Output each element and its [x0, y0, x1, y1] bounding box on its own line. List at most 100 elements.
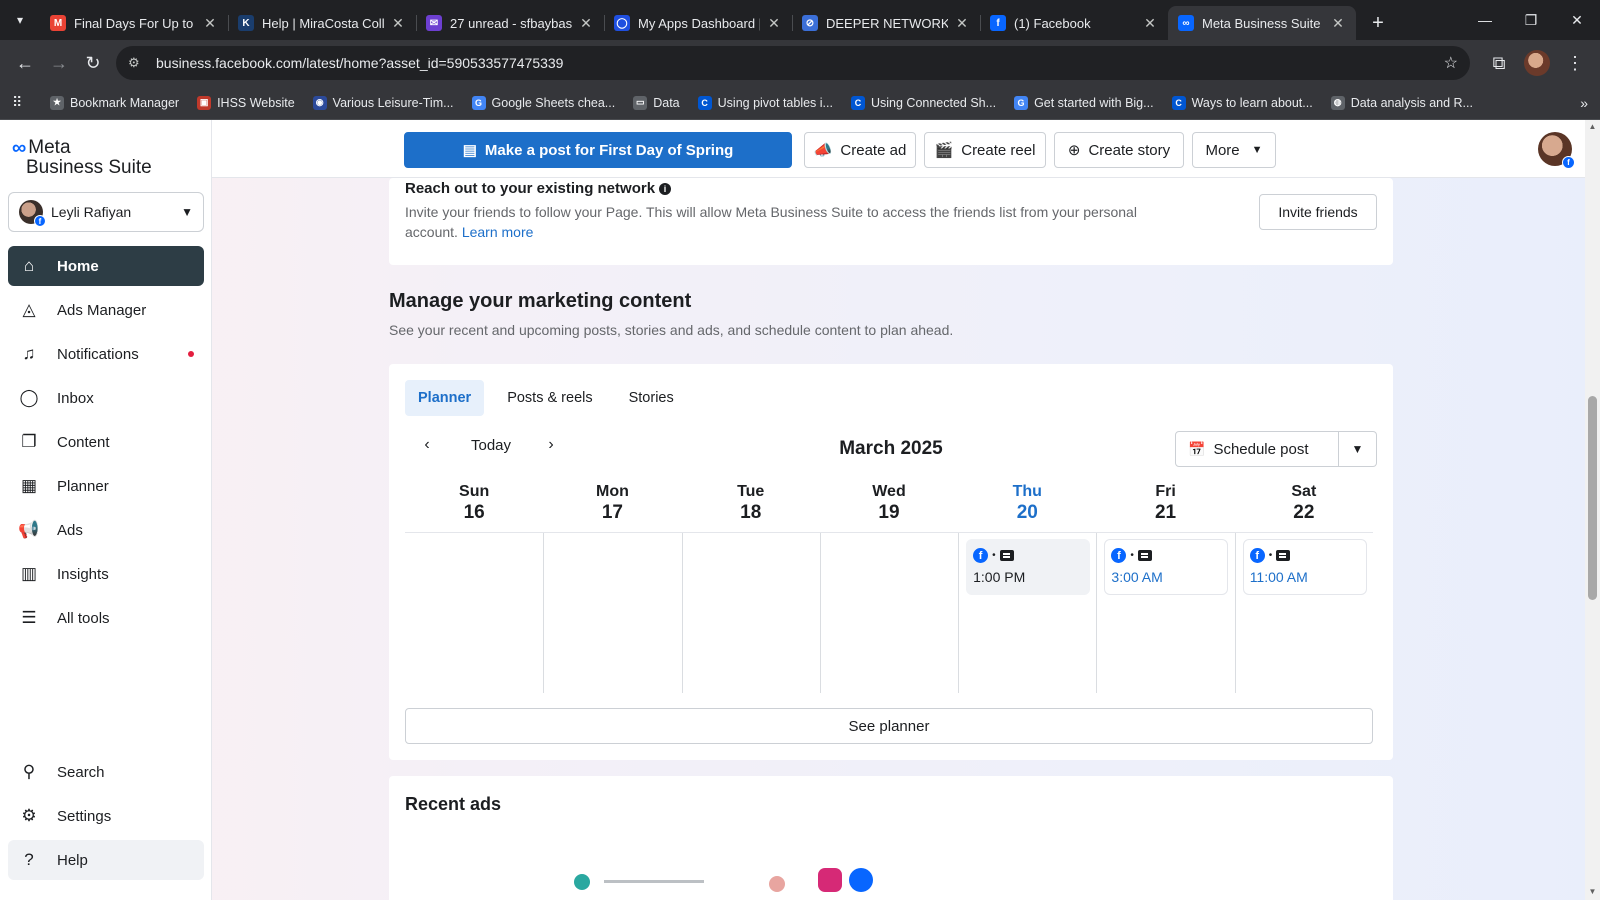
extensions-icon[interactable]: ⧉: [1482, 46, 1516, 80]
address-bar-row: ← → ↻ ⚙ business.facebook.com/latest/hom…: [0, 40, 1600, 86]
profile-avatar[interactable]: f: [1538, 132, 1575, 169]
close-tab-icon[interactable]: ✕: [954, 15, 970, 32]
schedule-post-button[interactable]: 📅 Schedule post: [1175, 431, 1339, 467]
bookmark-item[interactable]: ▣ IHSS Website: [197, 95, 295, 110]
day-column[interactable]: f • 3:00 AM: [1096, 533, 1234, 693]
megaphone-icon: 📣: [813, 142, 833, 159]
tab-planner[interactable]: Planner: [405, 380, 485, 416]
bookmark-label: Bookmark Manager: [70, 95, 180, 110]
bookmark-item[interactable]: C Using Connected Sh...: [850, 95, 997, 110]
day-header: Wed 19: [820, 482, 958, 524]
scheduled-post-card[interactable]: f • 3:00 AM: [1104, 539, 1229, 595]
sidebar-item-home[interactable]: ⌂ Home: [8, 246, 204, 286]
new-tab-button[interactable]: +: [1360, 6, 1396, 40]
meta-business-suite-logo[interactable]: ∞ Meta Business Suite: [12, 138, 152, 178]
browser-tab[interactable]: ⊘ DEEPER NETWORK ✕: [792, 6, 980, 40]
browser-menu-icon[interactable]: ⋮: [1558, 46, 1592, 80]
sidebar-item-planner[interactable]: ▦ Planner: [8, 466, 204, 506]
chevron-right-icon[interactable]: ›: [539, 436, 563, 454]
bookmark-star-icon[interactable]: ☆: [1444, 53, 1458, 73]
more-bookmarks-icon[interactable]: »: [1580, 95, 1588, 111]
restore-icon[interactable]: ❐: [1508, 0, 1554, 40]
day-column[interactable]: [681, 533, 820, 693]
url-input[interactable]: ⚙ business.facebook.com/latest/home?asse…: [116, 46, 1470, 80]
create-reel-button[interactable]: 🎬 Create reel: [924, 132, 1046, 168]
more-button[interactable]: More ▼: [1192, 132, 1276, 168]
make-post-button[interactable]: ▤ Make a post for First Day of Spring: [404, 132, 792, 168]
see-planner-button[interactable]: See planner: [405, 708, 1373, 744]
minimize-icon[interactable]: —: [1462, 0, 1508, 40]
day-column[interactable]: [819, 533, 958, 693]
bookmark-item[interactable]: C Using pivot tables i...: [697, 95, 833, 110]
schedule-dropdown-button[interactable]: ▼: [1339, 431, 1377, 467]
scrollbar[interactable]: ▲ ▼: [1585, 120, 1600, 900]
chevron-left-icon[interactable]: ‹: [415, 436, 439, 454]
sidebar-item-inbox[interactable]: ◯ Inbox: [8, 378, 204, 418]
close-tab-icon[interactable]: ✕: [578, 15, 594, 32]
menu-icon: ☰: [21, 608, 37, 627]
bookmark-item[interactable]: G Google Sheets chea...: [471, 95, 615, 110]
browser-profile-avatar[interactable]: [1524, 50, 1550, 76]
browser-tab[interactable]: ◯ My Apps Dashboard | I ✕: [604, 6, 792, 40]
browser-tab[interactable]: M Final Days For Up to 20 ✕: [40, 6, 228, 40]
bookmark-item[interactable]: ◉ Various Leisure-Tim...: [312, 95, 454, 110]
forward-arrow-icon[interactable]: →: [42, 46, 76, 80]
create-ad-button[interactable]: 📣 Create ad: [804, 132, 916, 168]
close-tab-icon[interactable]: ✕: [766, 15, 782, 32]
week-grid: f • 1:00 PM f • 3:00 AM f • 11:00 AM: [405, 532, 1373, 693]
bookmark-item[interactable]: ▭ Data: [633, 95, 680, 110]
sidebar-item-settings[interactable]: ⚙ Settings: [8, 796, 204, 836]
scheduled-post-card[interactable]: f • 11:00 AM: [1242, 539, 1367, 595]
tab-search-menu-icon[interactable]: ▾: [0, 0, 40, 40]
bookmark-item[interactable]: ◍ Data analysis and R...: [1330, 95, 1473, 110]
ad-preview-thumbnail[interactable]: [564, 866, 724, 896]
scrollbar-thumb[interactable]: [1588, 396, 1597, 600]
invite-friends-button[interactable]: Invite friends: [1259, 194, 1377, 230]
sidebar-item-ads[interactable]: 📢 Ads: [8, 510, 204, 550]
bookmark-item[interactable]: G Get started with Big...: [1014, 95, 1154, 110]
sidebar-item-all-tools[interactable]: ☰ All tools: [8, 598, 204, 638]
learn-more-link[interactable]: Learn more: [462, 224, 534, 240]
post-time: 3:00 AM: [1111, 569, 1163, 585]
sidebar-item-ads-manager[interactable]: ◬ Ads Manager: [8, 290, 204, 330]
close-tab-icon[interactable]: ✕: [1142, 15, 1158, 32]
reload-icon[interactable]: ↻: [76, 46, 110, 80]
schedule-post-label: Schedule post: [1213, 440, 1309, 458]
browser-tab[interactable]: ✉ 27 unread - sfbaybassin ✕: [416, 6, 604, 40]
day-column[interactable]: [405, 533, 543, 693]
bookmark-item[interactable]: ★ Bookmark Manager: [50, 95, 180, 110]
gear-icon: ⚙: [21, 806, 37, 825]
day-column[interactable]: [543, 533, 681, 693]
browser-tab[interactable]: K Help | MiraCosta College ✕: [228, 6, 416, 40]
info-icon[interactable]: i: [659, 183, 672, 195]
scroll-up-arrow-icon[interactable]: ▲: [1588, 122, 1597, 131]
account-switcher[interactable]: f Leyli Rafiyan ▼: [8, 192, 204, 232]
sidebar-item-notifications[interactable]: ♫ Notifications: [8, 334, 204, 374]
tab-stories[interactable]: Stories: [616, 380, 687, 416]
sidebar-item-insights[interactable]: ▥ Insights: [8, 554, 204, 594]
back-arrow-icon[interactable]: ←: [8, 46, 42, 80]
create-story-button[interactable]: ⊕ Create story: [1054, 132, 1184, 168]
close-tab-icon[interactable]: ✕: [390, 15, 406, 32]
scroll-down-arrow-icon[interactable]: ▼: [1588, 887, 1597, 896]
sidebar-item-content[interactable]: ❐ Content: [8, 422, 204, 462]
ad-preview-shape: [574, 874, 590, 890]
close-window-icon[interactable]: ✕: [1554, 0, 1600, 40]
tab-posts-reels[interactable]: Posts & reels: [494, 380, 605, 416]
close-tab-icon[interactable]: ✕: [202, 15, 218, 32]
sidebar-item-search[interactable]: ⚲ Search: [8, 752, 204, 792]
today-button[interactable]: Today: [471, 437, 511, 454]
bookmark-item[interactable]: C Ways to learn about...: [1171, 95, 1313, 110]
day-column[interactable]: f • 1:00 PM: [958, 533, 1096, 693]
day-column[interactable]: f • 11:00 AM: [1234, 533, 1373, 693]
scheduled-post-card[interactable]: f • 1:00 PM: [966, 539, 1091, 595]
site-settings-icon[interactable]: ⚙: [128, 55, 146, 71]
browser-tab[interactable]: ∞ Meta Business Suite ✕: [1168, 6, 1356, 40]
sidebar-item-label: Help: [57, 851, 88, 869]
apps-grid-icon[interactable]: ⠿: [12, 94, 30, 111]
close-tab-icon[interactable]: ✕: [1330, 15, 1346, 32]
bookmark-label: Using Connected Sh...: [870, 95, 997, 110]
browser-tab[interactable]: f (1) Facebook ✕: [980, 6, 1168, 40]
sidebar-item-help[interactable]: ? Help: [8, 840, 204, 880]
bookmark-label: Data analysis and R...: [1350, 95, 1473, 110]
